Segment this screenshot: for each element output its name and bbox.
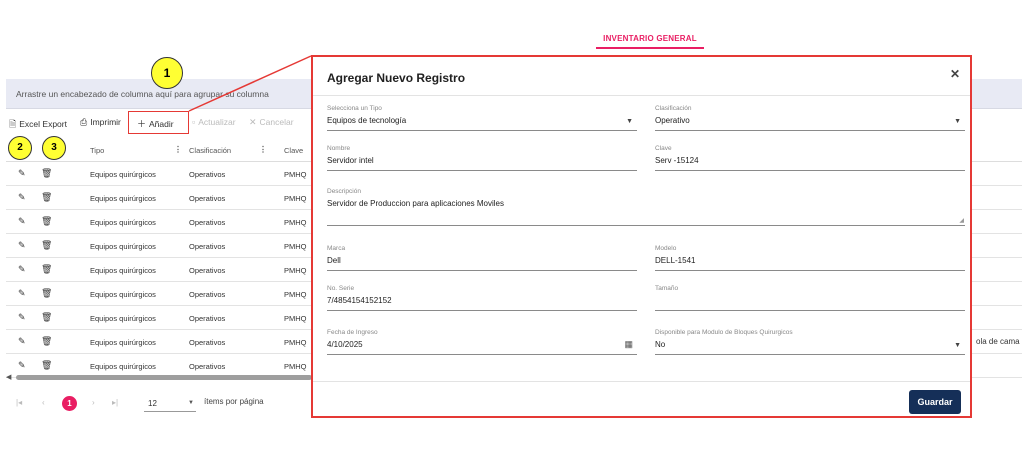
dialog-divider [313, 381, 970, 382]
clasificacion-label: Clasificación [655, 105, 692, 112]
dialog-title: Agregar Nuevo Registro [327, 71, 466, 85]
clave-input[interactable]: Clave Serv -15124 [655, 145, 965, 171]
serie-input[interactable]: No. Serie 7/4854154152152 [327, 285, 637, 311]
clasificacion-select[interactable]: Clasificación Operativo ▼ [655, 105, 965, 131]
fecha-value: 4/10/2025 [327, 340, 363, 349]
clave-value: Serv -15124 [655, 156, 699, 165]
serie-value: 7/4854154152152 [327, 296, 392, 305]
tamano-label: Tamaño [655, 285, 679, 292]
resize-handle-icon[interactable]: ◢ [959, 217, 964, 224]
field-underline [655, 130, 965, 131]
connector-line [188, 55, 312, 112]
descripcion-textarea[interactable]: Descripción Servidor de Produccion para … [327, 188, 965, 226]
marca-label: Marca [327, 245, 346, 252]
field-underline [655, 354, 965, 355]
field-underline [327, 170, 637, 171]
field-underline [327, 310, 637, 311]
nombre-input[interactable]: Nombre Servidor intel [327, 145, 637, 171]
add-record-dialog: Agregar Nuevo Registro ✕ Selecciona un T… [311, 55, 972, 418]
nombre-value: Servidor intel [327, 156, 374, 165]
descripcion-value: Servidor de Produccion para aplicaciones… [327, 199, 504, 208]
chevron-down-icon: ▼ [954, 118, 961, 125]
field-underline [327, 354, 637, 355]
save-button[interactable]: Guardar [909, 390, 961, 414]
disponible-select[interactable]: Disponible para Modulo de Bloques Quirur… [655, 329, 965, 355]
dialog-divider [313, 95, 970, 96]
annotation-badge-2: 2 [8, 136, 32, 160]
tipo-select[interactable]: Selecciona un Tipo Equipos de tecnología… [327, 105, 637, 131]
annotation-badge-3: 3 [42, 136, 66, 160]
field-underline [655, 310, 965, 311]
disponible-label: Disponible para Modulo de Bloques Quirur… [655, 329, 793, 336]
field-underline [655, 170, 965, 171]
clave-label: Clave [655, 145, 672, 152]
modelo-label: Modelo [655, 245, 677, 252]
marca-value: Dell [327, 256, 341, 265]
annotation-badge-1: 1 [151, 57, 183, 89]
marca-input[interactable]: Marca Dell [327, 245, 637, 271]
fecha-datepicker[interactable]: Fecha de Ingreso 4/10/2025 ▦ [327, 329, 637, 355]
close-icon[interactable]: ✕ [950, 67, 960, 81]
tamano-input[interactable]: Tamaño [655, 285, 965, 311]
descripcion-label: Descripción [327, 188, 361, 195]
calendar-icon[interactable]: ▦ [624, 339, 633, 350]
clasificacion-value: Operativo [655, 116, 690, 125]
tipo-label: Selecciona un Tipo [327, 105, 382, 112]
modelo-value: DELL-1541 [655, 256, 696, 265]
field-underline [655, 270, 965, 271]
nombre-label: Nombre [327, 145, 351, 152]
tipo-value: Equipos de tecnología [327, 116, 407, 125]
field-underline [327, 225, 965, 226]
serie-label: No. Serie [327, 285, 355, 292]
chevron-down-icon: ▼ [626, 118, 633, 125]
disponible-value: No [655, 340, 666, 349]
fecha-label: Fecha de Ingreso [327, 329, 378, 336]
modelo-input[interactable]: Modelo DELL-1541 [655, 245, 965, 271]
field-underline [327, 130, 637, 131]
chevron-down-icon: ▼ [954, 342, 961, 349]
field-underline [327, 270, 637, 271]
